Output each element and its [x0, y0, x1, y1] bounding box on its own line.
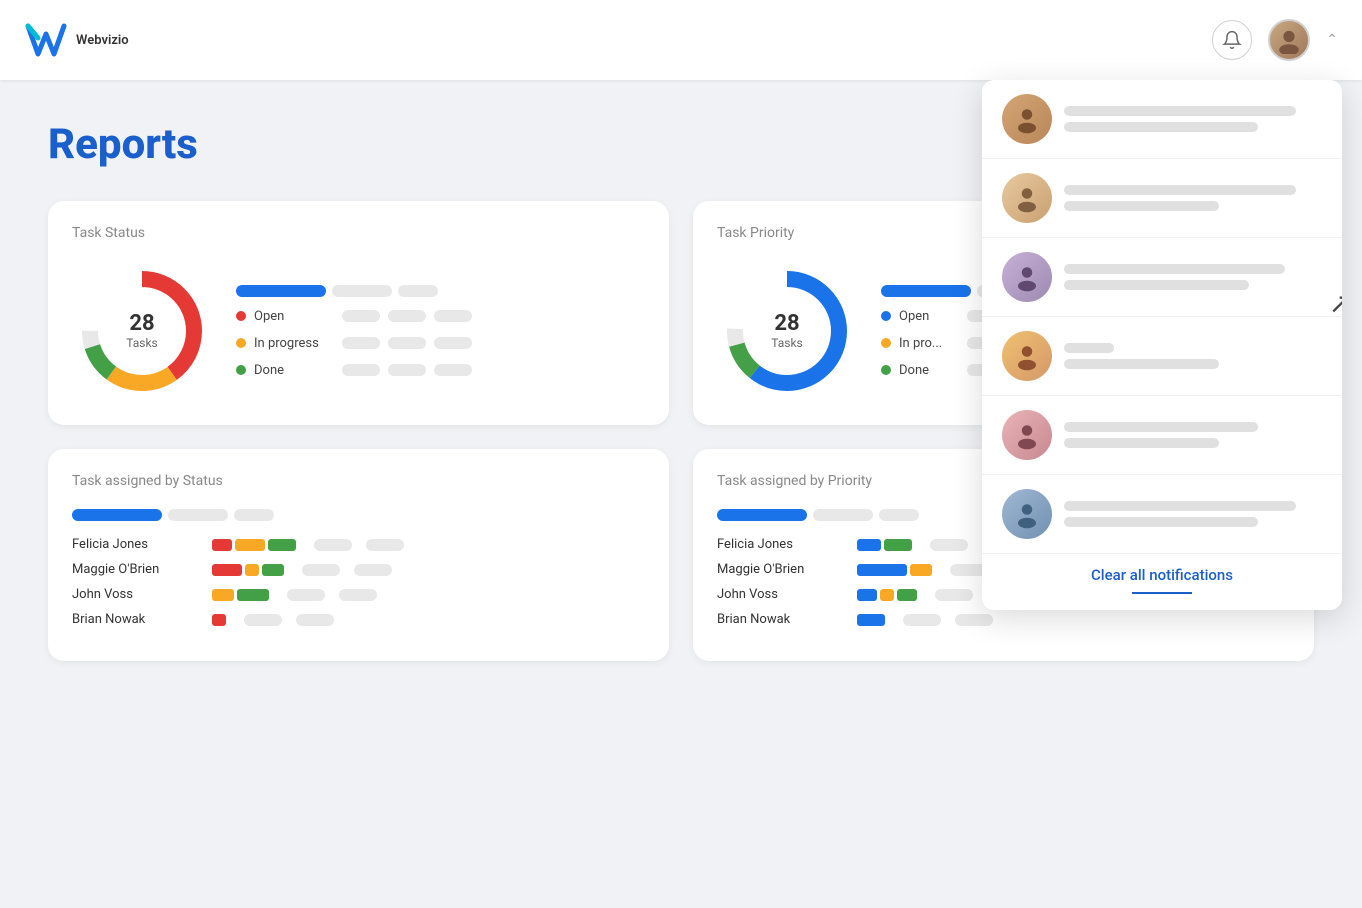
task-priority-donut: 28 Tasks [717, 261, 857, 401]
person-name: John Voss [72, 587, 202, 602]
notif-line [1064, 185, 1296, 195]
person-bars [857, 539, 912, 551]
header-right: ⌃ [1212, 19, 1338, 61]
cursor-icon: ↗ [1329, 287, 1342, 320]
person-bars [212, 539, 296, 551]
task-status-chart-area: 28 Tasks Open [72, 261, 645, 401]
notif-item-5[interactable] [982, 396, 1342, 475]
notif-line [1064, 517, 1258, 527]
legend-open-label: Open [254, 309, 334, 324]
task-by-status-title: Task assigned by Status [72, 473, 645, 489]
notif-content-2 [1064, 185, 1322, 211]
by-status-top-bar [72, 509, 645, 521]
header: Webvizio ⌃ [0, 0, 1362, 80]
notif-content-4 [1064, 343, 1322, 369]
notif-content-3 [1064, 264, 1310, 290]
notif-avatar-6 [1002, 489, 1052, 539]
notif-avatar-2 [1002, 173, 1052, 223]
notif-line [1064, 359, 1219, 369]
priority-legend-open-label: Open [899, 309, 959, 324]
person-name: John Voss [717, 587, 847, 602]
clear-all-underline [1132, 592, 1192, 594]
task-status-donut: 28 Tasks [72, 261, 212, 401]
person-row-brian-priority: Brian Nowak [717, 612, 1290, 627]
notif-line [1064, 422, 1258, 432]
person-row-maggie-status: Maggie O'Brien [72, 562, 645, 577]
task-priority-label: Tasks [771, 336, 803, 350]
notification-dropdown: ↗ [982, 80, 1342, 610]
notif-item-4[interactable] [982, 317, 1342, 396]
user-avatar[interactable] [1268, 19, 1310, 61]
notif-item-6[interactable] [982, 475, 1342, 554]
notif-item-1[interactable] [982, 80, 1342, 159]
task-status-label: Tasks [126, 336, 158, 350]
notif-line [1064, 501, 1296, 511]
task-status-title: Task Status [72, 225, 645, 241]
person-name: Felicia Jones [717, 537, 847, 552]
task-status-card: Task Status 28 [48, 201, 669, 425]
priority-legend-inprogress-label: In pro... [899, 336, 959, 351]
notif-content-5 [1064, 422, 1322, 448]
logo: Webvizio [24, 18, 129, 62]
task-by-status-card: Task assigned by Status Felicia Jones M [48, 449, 669, 661]
legend-done-label: Done [254, 363, 334, 378]
notif-avatar-3 [1002, 252, 1052, 302]
logo-text: Webvizio [76, 33, 129, 48]
notif-line [1064, 106, 1296, 116]
notif-line [1064, 438, 1219, 448]
person-bars [857, 614, 885, 626]
notif-content-1 [1064, 106, 1322, 132]
legend-done: Done [236, 363, 645, 378]
task-status-number: 28 [126, 312, 158, 336]
person-row-john-status: John Voss [72, 587, 645, 602]
notif-item-3[interactable]: ↗ [982, 238, 1342, 317]
chevron-down-icon[interactable]: ⌃ [1326, 32, 1338, 48]
notif-avatar-5 [1002, 410, 1052, 460]
person-name: Maggie O'Brien [72, 562, 202, 577]
task-status-center: 28 Tasks [126, 312, 158, 350]
person-name: Maggie O'Brien [717, 562, 847, 577]
notif-item-2[interactable] [982, 159, 1342, 238]
notif-avatar-4 [1002, 331, 1052, 381]
notif-line [1064, 264, 1285, 274]
person-name: Felicia Jones [72, 537, 202, 552]
person-bars [212, 614, 226, 626]
legend-inprogress: In progress [236, 336, 645, 351]
person-bars [212, 564, 284, 576]
notification-button[interactable] [1212, 20, 1252, 60]
notif-line [1064, 343, 1114, 353]
notif-line [1064, 201, 1219, 211]
notif-content-6 [1064, 501, 1322, 527]
logo-icon [24, 18, 68, 62]
notif-line [1064, 122, 1258, 132]
person-row-felicia-status: Felicia Jones [72, 537, 645, 552]
person-bars [212, 589, 269, 601]
person-name: Brian Nowak [717, 612, 847, 627]
legend-open: Open [236, 309, 645, 324]
person-name: Brian Nowak [72, 612, 202, 627]
task-priority-number: 28 [771, 312, 803, 336]
notif-avatar-1 [1002, 94, 1052, 144]
person-bars [857, 589, 917, 601]
notif-line [1064, 280, 1249, 290]
clear-all-notifications-button[interactable]: Clear all notifications [982, 554, 1342, 588]
task-status-top-bar [236, 285, 645, 297]
task-priority-center: 28 Tasks [771, 312, 803, 350]
person-row-brian-status: Brian Nowak [72, 612, 645, 627]
priority-legend-done-label: Done [899, 363, 959, 378]
legend-inprogress-label: In progress [254, 336, 334, 351]
person-bars [857, 564, 932, 576]
